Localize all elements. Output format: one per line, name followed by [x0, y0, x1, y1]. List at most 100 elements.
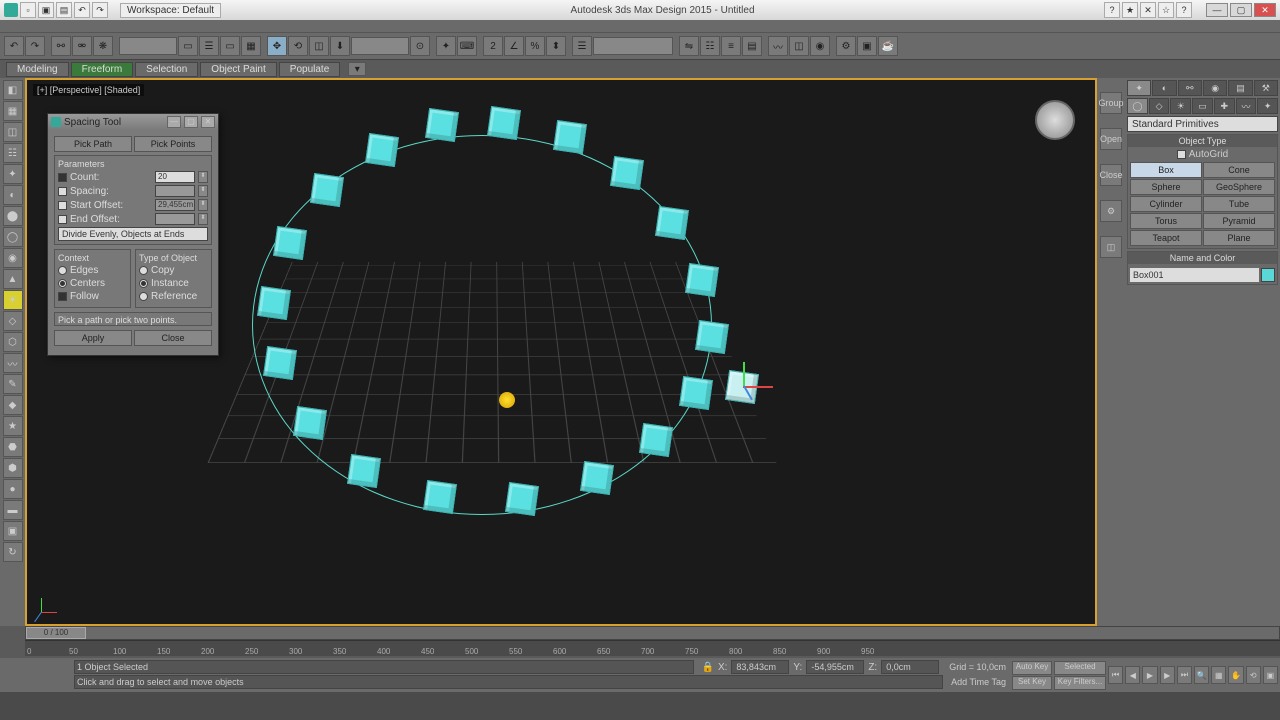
- cp-tab-modify-icon[interactable]: ◐: [1152, 80, 1176, 96]
- lt-10-icon[interactable]: ▲: [3, 269, 23, 289]
- cp-tab-hierarchy-icon[interactable]: ⚯: [1178, 80, 1202, 96]
- exchange-icon[interactable]: ✕: [1140, 2, 1156, 18]
- render-setup-icon[interactable]: ⚙: [836, 36, 856, 56]
- dialog-maximize-icon[interactable]: ▢: [184, 116, 198, 128]
- goto-start-icon[interactable]: ⏮: [1108, 666, 1123, 684]
- workspace-selector[interactable]: Workspace: Default: [120, 3, 221, 18]
- qat-open-icon[interactable]: ▣: [38, 2, 54, 18]
- lt-7-icon[interactable]: ⬤: [3, 206, 23, 226]
- lt-16-icon[interactable]: ◆: [3, 395, 23, 415]
- prim-box[interactable]: Box: [1130, 162, 1202, 178]
- object-color-swatch[interactable]: [1261, 268, 1275, 282]
- ribbon-expand-icon[interactable]: ▾: [348, 62, 366, 76]
- prim-plane[interactable]: Plane: [1203, 230, 1275, 246]
- nav-zoomall-icon[interactable]: ▦: [1211, 666, 1226, 684]
- box-instance[interactable]: [423, 480, 457, 514]
- lt-17-icon[interactable]: ★: [3, 416, 23, 436]
- count-spin-btn[interactable]: ⬍: [198, 171, 208, 183]
- align-icon[interactable]: ☷: [700, 36, 720, 56]
- manipulate-icon[interactable]: ✦: [436, 36, 456, 56]
- qat-save-icon[interactable]: ▤: [56, 2, 72, 18]
- snap-2d-icon[interactable]: 2: [483, 36, 503, 56]
- search-icon[interactable]: ?: [1104, 2, 1120, 18]
- coord-y-input[interactable]: -54,955cm: [806, 660, 864, 674]
- tab-populate[interactable]: Populate: [279, 62, 340, 77]
- selection-filter[interactable]: [119, 37, 177, 55]
- spinner-snap-icon[interactable]: ⬍: [546, 36, 566, 56]
- material-editor-icon[interactable]: ◉: [810, 36, 830, 56]
- prev-frame-icon[interactable]: ◀: [1125, 666, 1140, 684]
- next-frame-icon[interactable]: ▶: [1160, 666, 1175, 684]
- prim-geosphere[interactable]: GeoSphere: [1203, 179, 1275, 195]
- count-spinner[interactable]: 20: [155, 171, 195, 183]
- lt-15-icon[interactable]: ✎: [3, 374, 23, 394]
- undo-icon[interactable]: ↶: [4, 36, 24, 56]
- prim-sphere[interactable]: Sphere: [1130, 179, 1202, 195]
- app-icon[interactable]: [4, 3, 18, 17]
- named-selection-set[interactable]: [593, 37, 673, 55]
- curve-editor-icon[interactable]: 〰: [768, 36, 788, 56]
- nav-orbit-icon[interactable]: ⟲: [1246, 666, 1261, 684]
- schematic-icon[interactable]: ◫: [789, 36, 809, 56]
- mirror-icon[interactable]: ⇋: [679, 36, 699, 56]
- coord-z-input[interactable]: 0,0cm: [881, 660, 939, 674]
- add-time-tag[interactable]: Add Time Tag: [951, 677, 1006, 687]
- side-tab-open[interactable]: Open: [1100, 128, 1122, 150]
- close-button[interactable]: ✕: [1254, 3, 1276, 17]
- autogrid-checkbox[interactable]: [1177, 150, 1186, 159]
- lt-6-icon[interactable]: ◐: [3, 185, 23, 205]
- ctx-edges-radio[interactable]: [58, 266, 67, 275]
- edit-named-sel-icon[interactable]: ☰: [572, 36, 592, 56]
- start-spin-btn[interactable]: ⬍: [198, 199, 208, 211]
- time-slider-handle[interactable]: 0 / 100: [26, 627, 86, 639]
- close-dialog-button[interactable]: Close: [134, 330, 212, 346]
- cp-tab-utilities-icon[interactable]: ⚒: [1254, 80, 1278, 96]
- cp-sub-lights-icon[interactable]: ☀: [1170, 98, 1191, 114]
- box-instance[interactable]: [263, 346, 297, 380]
- bind-icon[interactable]: ❋: [93, 36, 113, 56]
- qat-redo-icon[interactable]: ↷: [92, 2, 108, 18]
- section-namecolor-header[interactable]: Name and Color: [1128, 252, 1277, 264]
- tab-selection[interactable]: Selection: [135, 62, 198, 77]
- minimize-button[interactable]: —: [1206, 3, 1228, 17]
- prim-tube[interactable]: Tube: [1203, 196, 1275, 212]
- side-tab-misc1-icon[interactable]: ⚙: [1100, 200, 1122, 222]
- box-instance[interactable]: [257, 286, 291, 320]
- end-spinner[interactable]: [155, 213, 195, 225]
- ctx-follow-checkbox[interactable]: [58, 292, 67, 301]
- box-instance[interactable]: [487, 106, 521, 140]
- layer-explorer-icon[interactable]: ▤: [742, 36, 762, 56]
- qat-undo-icon[interactable]: ↶: [74, 2, 90, 18]
- lt-18-icon[interactable]: ⬣: [3, 437, 23, 457]
- qat-new-icon[interactable]: ▫: [20, 2, 36, 18]
- layers-icon[interactable]: ≡: [721, 36, 741, 56]
- play-icon[interactable]: ▶: [1142, 666, 1157, 684]
- snap-percent-icon[interactable]: %: [525, 36, 545, 56]
- cp-tab-display-icon[interactable]: ▤: [1228, 80, 1252, 96]
- render-icon[interactable]: ☕: [878, 36, 898, 56]
- lt-22-icon[interactable]: ▣: [3, 521, 23, 541]
- keyfilters-button[interactable]: Key Filters...: [1054, 676, 1106, 690]
- box-instance[interactable]: [580, 461, 614, 495]
- viewport-label[interactable]: [+] [Perspective] [Shaded]: [33, 84, 144, 96]
- window-crossing-icon[interactable]: ▦: [241, 36, 261, 56]
- viewcube[interactable]: [1035, 100, 1075, 140]
- side-tab-group[interactable]: Group: [1100, 92, 1122, 114]
- render-frame-icon[interactable]: ▣: [857, 36, 877, 56]
- box-instance[interactable]: [310, 173, 344, 207]
- apply-button[interactable]: Apply: [54, 330, 132, 346]
- side-tab-close[interactable]: Close: [1100, 164, 1122, 186]
- box-instance[interactable]: [655, 206, 689, 240]
- setkey-button[interactable]: Set Key: [1012, 676, 1052, 690]
- signin-icon[interactable]: ★: [1122, 2, 1138, 18]
- spacing-spinner[interactable]: [155, 185, 195, 197]
- count-checkbox[interactable]: [58, 173, 67, 182]
- lt-4-icon[interactable]: ☷: [3, 143, 23, 163]
- help-icon[interactable]: ?: [1176, 2, 1192, 18]
- lt-23-icon[interactable]: ↻: [3, 542, 23, 562]
- dialog-titlebar[interactable]: Spacing Tool — ▢ ✕: [48, 114, 218, 130]
- select-name-icon[interactable]: ☰: [199, 36, 219, 56]
- select-move-icon[interactable]: ✥: [267, 36, 287, 56]
- lt-19-icon[interactable]: ⬢: [3, 458, 23, 478]
- time-slider[interactable]: 0 / 100: [25, 626, 1280, 640]
